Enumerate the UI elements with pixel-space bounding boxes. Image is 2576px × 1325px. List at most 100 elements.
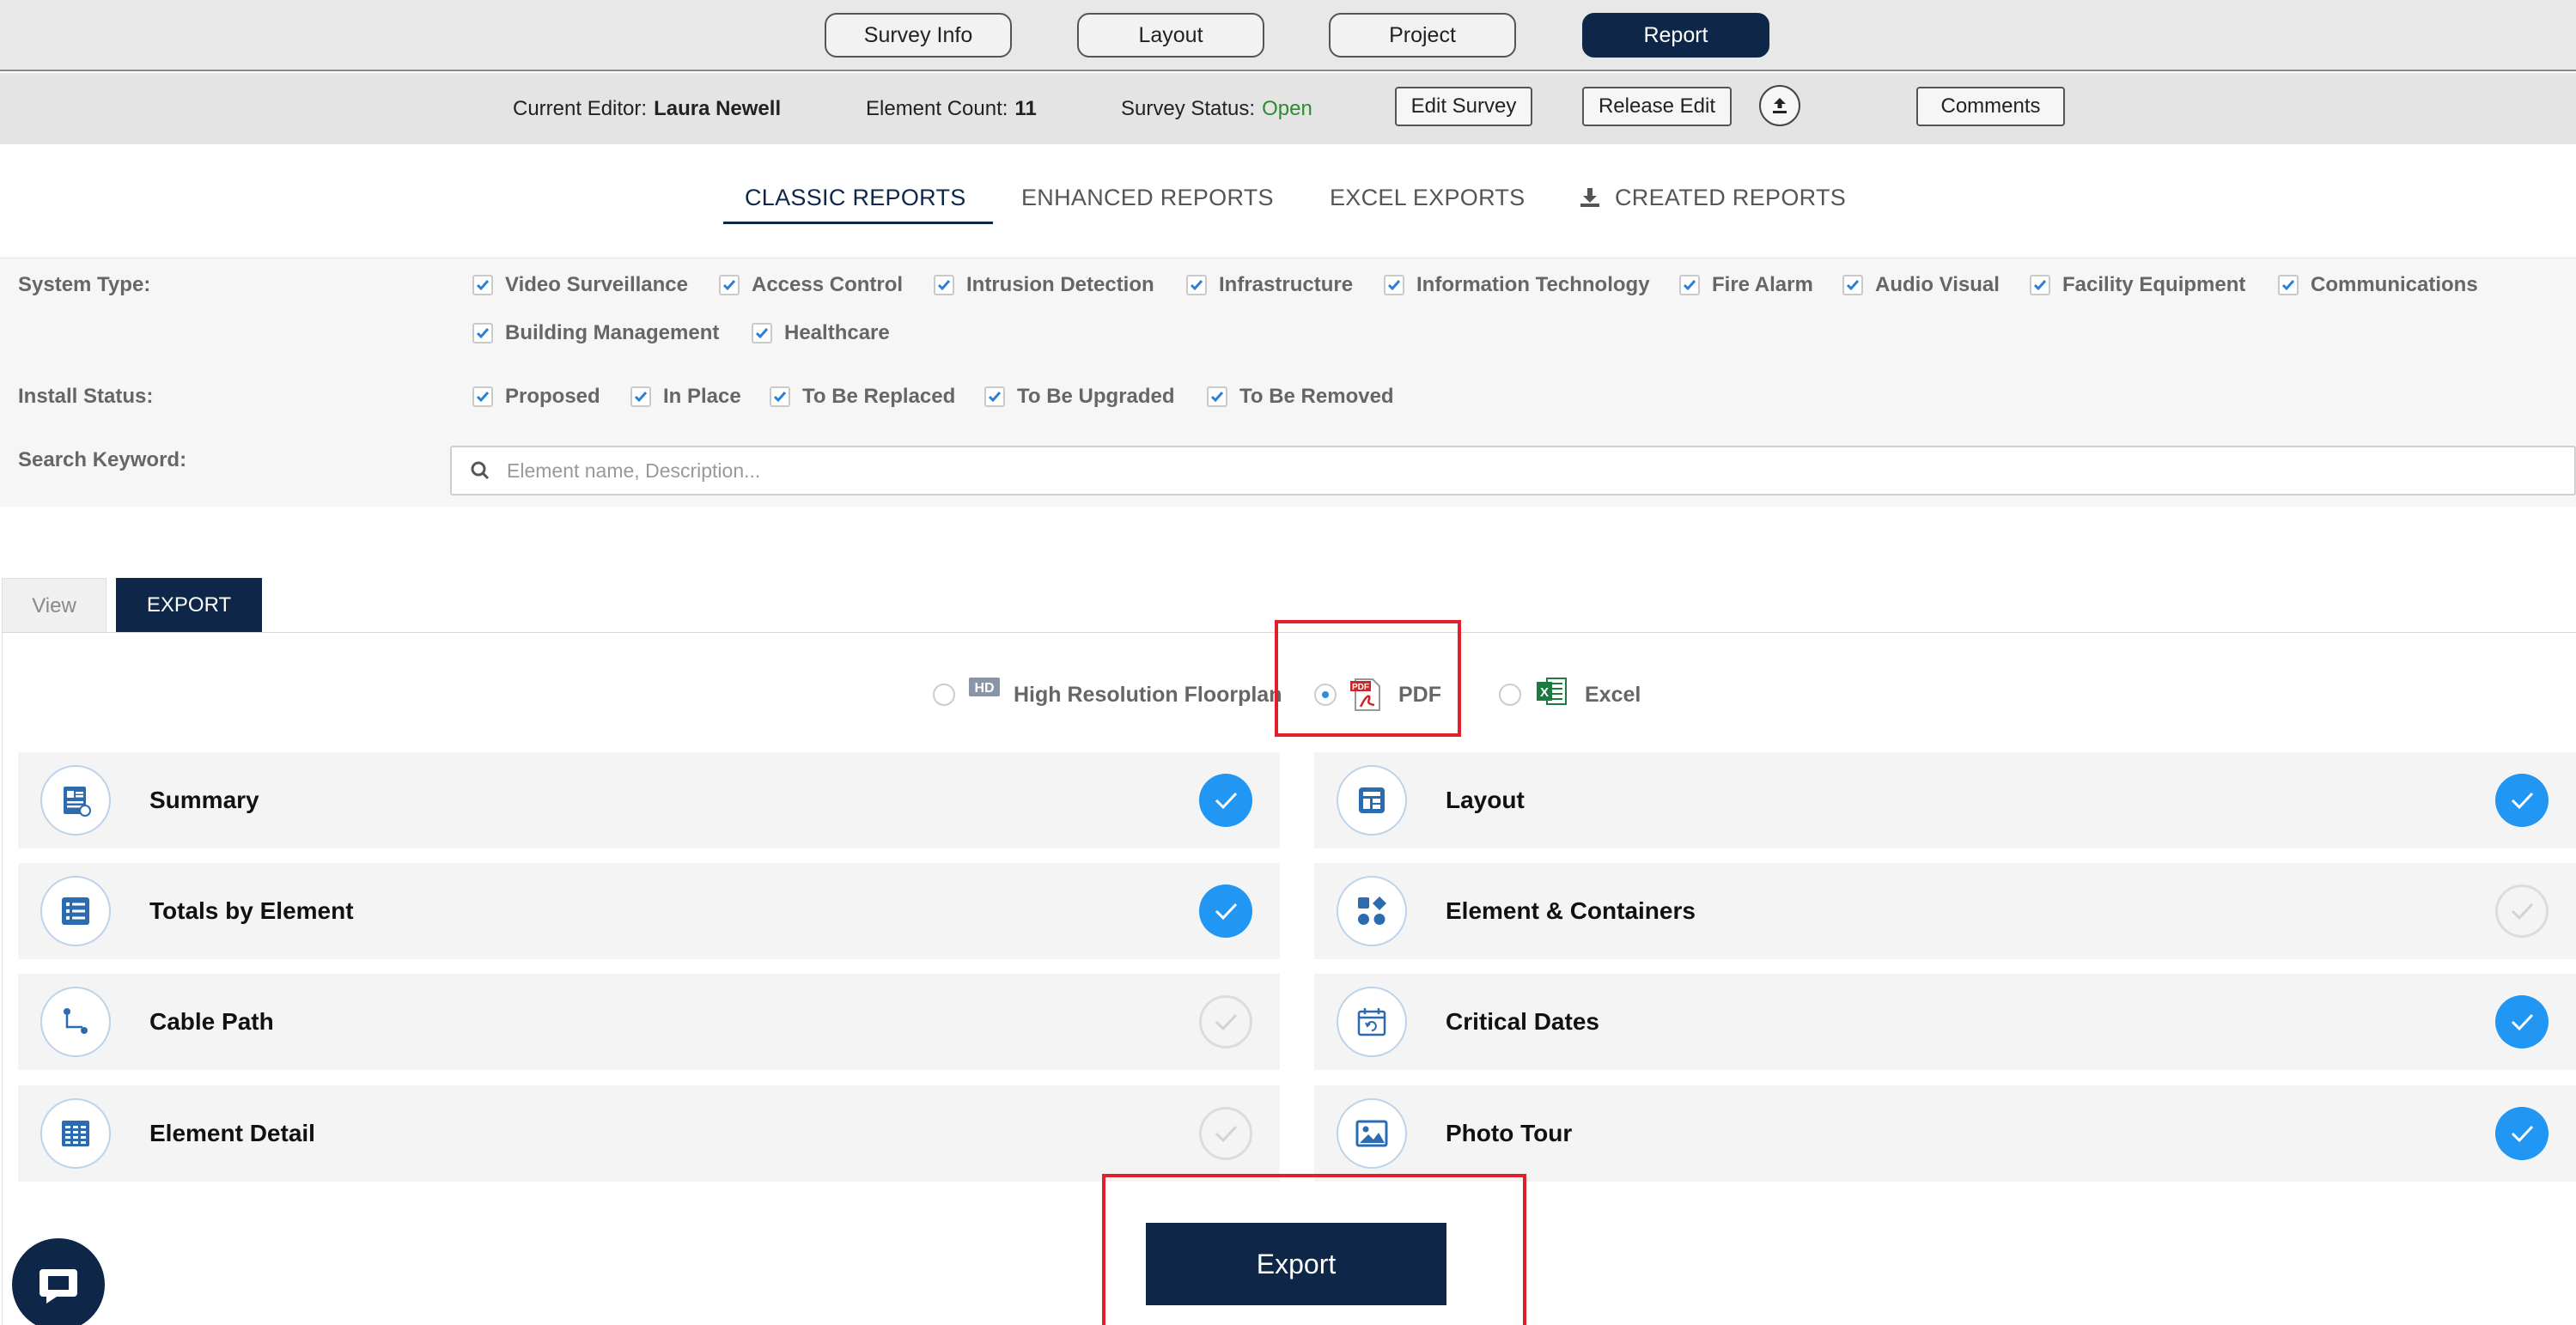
checkbox-label: Video Surveillance: [505, 273, 688, 296]
check-icon: [1846, 280, 1860, 291]
tab-excel-exports[interactable]: EXCEL EXPORTS: [1330, 172, 1525, 223]
checkbox-label: Communications: [2311, 273, 2478, 296]
checkbox-to-be-replaced[interactable]: To Be Replaced: [770, 385, 955, 409]
excel-badge-text: X: [1540, 685, 1549, 700]
survey-status: Survey Status: Open: [1121, 73, 1312, 144]
hd-icon: HD: [969, 678, 1000, 696]
checkbox-fire-alarm[interactable]: Fire Alarm: [1679, 273, 1813, 297]
chat-icon: [40, 1269, 77, 1304]
checkbox-label: Healthcare: [784, 321, 890, 344]
report-toggle-cable-path[interactable]: [1199, 995, 1252, 1048]
list-icon: [40, 876, 111, 946]
checkbox-box[interactable]: [2278, 275, 2299, 295]
install-status-label: Install Status:: [18, 385, 154, 408]
checkbox-box[interactable]: [472, 323, 493, 343]
checkbox-access-control[interactable]: Access Control: [719, 273, 903, 297]
checkbox-box[interactable]: [1842, 275, 1863, 295]
checkbox-box[interactable]: [630, 386, 651, 407]
report-label: Element & Containers: [1446, 897, 1696, 924]
checkbox-box[interactable]: [1679, 275, 1700, 295]
report-toggle-totals-by-element[interactable]: [1199, 884, 1252, 938]
checkbox-box[interactable]: [472, 275, 493, 295]
search-box[interactable]: [450, 446, 2576, 495]
highlight-export-button: [1102, 1174, 1526, 1325]
created-reports-label: CREATED REPORTS: [1615, 184, 1847, 210]
checkbox-box[interactable]: [472, 386, 493, 407]
checkbox-box[interactable]: [770, 386, 790, 407]
checkbox-label: Infrastructure: [1219, 273, 1354, 296]
report-label: Element Detail: [149, 1120, 315, 1146]
report-label: Totals by Element: [149, 897, 354, 924]
format-option-hd-floorplan[interactable]: HD High Resolution Floorplan: [933, 673, 1282, 716]
tab-survey-info[interactable]: Survey Info: [825, 13, 1012, 58]
edit-survey-button[interactable]: Edit Survey: [1395, 87, 1532, 126]
checkbox-facility-equipment[interactable]: Facility Equipment: [2030, 273, 2245, 297]
report-toggle-layout[interactable]: [2495, 774, 2549, 827]
report-toggle-summary[interactable]: [1199, 774, 1252, 827]
checkbox-audio-visual[interactable]: Audio Visual: [1842, 273, 2000, 297]
report-toggle-critical-dates[interactable]: [2495, 995, 2549, 1048]
checkbox-proposed[interactable]: Proposed: [472, 385, 600, 409]
checkbox-intrusion-detection[interactable]: Intrusion Detection: [934, 273, 1154, 297]
report-card-element-detail[interactable]: Element Detail: [18, 1085, 1280, 1182]
chat-button[interactable]: [12, 1238, 105, 1325]
checkbox-building-management[interactable]: Building Management: [472, 321, 719, 345]
checkbox-healthcare[interactable]: Healthcare: [752, 321, 890, 345]
tab-created-reports[interactable]: CREATED REPORTS: [1579, 172, 1846, 223]
radio-hd-floorplan[interactable]: [933, 684, 955, 706]
upload-button[interactable]: [1759, 85, 1800, 126]
current-editor-name: Laura Newell: [654, 96, 782, 120]
checkbox-to-be-removed[interactable]: To Be Removed: [1207, 385, 1394, 409]
report-card-totals-by-element[interactable]: Totals by Element: [18, 863, 1280, 959]
checkbox-information-technology[interactable]: Information Technology: [1384, 273, 1650, 297]
report-card-photo-tour[interactable]: Photo Tour: [1314, 1085, 2576, 1182]
system-type-label: System Type:: [18, 273, 151, 296]
report-label: Critical Dates: [1446, 1008, 1599, 1035]
tab-project[interactable]: Project: [1329, 13, 1516, 58]
report-card-summary[interactable]: Summary: [18, 752, 1280, 848]
tab-layout[interactable]: Layout: [1077, 13, 1264, 58]
check-icon: [476, 392, 490, 403]
photo-icon: [1337, 1098, 1407, 1169]
checkbox-box[interactable]: [752, 323, 772, 343]
report-card-critical-dates[interactable]: Critical Dates: [1314, 974, 2576, 1070]
current-editor-label: Current Editor:: [513, 96, 648, 120]
checkbox-box[interactable]: [1384, 275, 1404, 295]
check-icon: [1387, 280, 1401, 291]
checkbox-box[interactable]: [719, 275, 740, 295]
check-icon: [2033, 280, 2047, 291]
checkbox-box[interactable]: [984, 386, 1005, 407]
tab-export[interactable]: EXPORT: [116, 578, 262, 633]
checkbox-infrastructure[interactable]: Infrastructure: [1186, 273, 1353, 297]
report-toggle-element-containers[interactable]: [2495, 884, 2549, 938]
tab-enhanced-reports[interactable]: ENHANCED REPORTS: [1021, 172, 1274, 223]
checkbox-box[interactable]: [1186, 275, 1207, 295]
checkbox-video-surveillance[interactable]: Video Surveillance: [472, 273, 688, 297]
release-edit-button[interactable]: Release Edit: [1582, 87, 1732, 126]
check-icon: [722, 280, 736, 291]
report-card-layout[interactable]: Layout: [1314, 752, 2576, 848]
checkbox-box[interactable]: [2030, 275, 2050, 295]
report-card-cable-path[interactable]: Cable Path: [18, 974, 1280, 1070]
tab-classic-reports[interactable]: CLASSIC REPORTS: [745, 172, 966, 223]
checkbox-label: Building Management: [505, 321, 720, 344]
radio-excel[interactable]: [1499, 684, 1521, 706]
report-card-element-containers[interactable]: Element & Containers: [1314, 863, 2576, 959]
format-option-excel[interactable]: X Excel: [1499, 673, 1641, 716]
layout-icon: [1337, 765, 1407, 836]
check-icon: [476, 328, 490, 339]
table-icon: [40, 1098, 111, 1169]
tab-view[interactable]: View: [2, 578, 107, 633]
comments-button[interactable]: Comments: [1916, 87, 2065, 126]
tab-report[interactable]: Report: [1582, 13, 1769, 58]
report-toggle-photo-tour[interactable]: [2495, 1107, 2549, 1160]
check-icon: [1210, 392, 1224, 403]
checkbox-in-place[interactable]: In Place: [630, 385, 741, 409]
search-input[interactable]: [507, 459, 2482, 483]
checkbox-to-be-upgraded[interactable]: To Be Upgraded: [984, 385, 1175, 409]
report-toggle-element-detail[interactable]: [1199, 1107, 1252, 1160]
checkbox-box[interactable]: [934, 275, 954, 295]
checkbox-communications[interactable]: Communications: [2278, 273, 2478, 297]
checkbox-box[interactable]: [1207, 386, 1227, 407]
check-icon: [988, 392, 1002, 403]
